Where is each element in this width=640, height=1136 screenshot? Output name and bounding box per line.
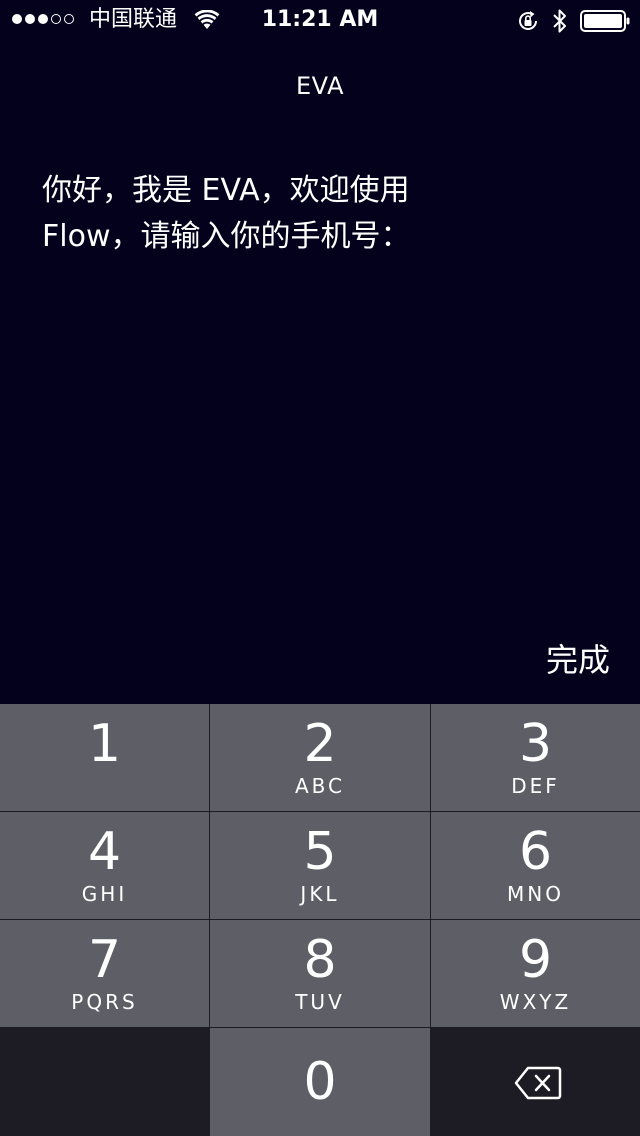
status-time: 11:21 AM bbox=[261, 7, 379, 32]
numeric-keypad: 1 2 ABC 3 DEF 4 GHI 5 JKL 6 MNO 7 PQRS 8 bbox=[0, 704, 640, 1136]
key-8[interactable]: 8 TUV bbox=[210, 920, 430, 1027]
key-letters: GHI bbox=[81, 882, 128, 906]
key-letters: TUV bbox=[295, 990, 345, 1014]
key-digit: 0 bbox=[303, 1052, 337, 1112]
key-letters: DEF bbox=[511, 774, 560, 798]
key-7[interactable]: 7 PQRS bbox=[0, 920, 209, 1027]
key-letters: PQRS bbox=[71, 990, 138, 1014]
key-digit: 1 bbox=[87, 714, 122, 774]
screen: 中国联通 11:21 AM EVA 你好，我是 EVA，欢迎使用 Flow，请输… bbox=[0, 0, 640, 1136]
key-digit: 2 bbox=[303, 714, 337, 774]
key-2[interactable]: 2 ABC bbox=[210, 704, 430, 811]
key-letters: WXYZ bbox=[499, 990, 572, 1014]
key-letters: JKL bbox=[300, 882, 340, 906]
rotation-lock-icon bbox=[519, 11, 537, 30]
key-digit: 7 bbox=[87, 930, 122, 990]
key-letters: ABC bbox=[294, 774, 345, 798]
key-digit: 3 bbox=[518, 714, 553, 774]
prompt-message: 你好，我是 EVA，欢迎使用 Flow，请输入你的手机号： bbox=[42, 173, 411, 254]
key-6[interactable]: 6 MNO bbox=[431, 812, 640, 919]
nav-title: EVA bbox=[296, 72, 344, 100]
key-digit: 9 bbox=[518, 930, 553, 990]
status-bar: 中国联通 11:21 AM bbox=[0, 0, 640, 40]
key-1[interactable]: 1 bbox=[0, 704, 209, 811]
key-5[interactable]: 5 JKL bbox=[210, 812, 430, 919]
key-letters: MNO bbox=[507, 882, 564, 906]
delete-key[interactable] bbox=[431, 1028, 640, 1136]
key-3[interactable]: 3 DEF bbox=[431, 704, 640, 811]
done-button[interactable]: 完成 bbox=[546, 638, 610, 682]
key-digit: 5 bbox=[303, 822, 337, 882]
key-digit: 4 bbox=[87, 822, 122, 882]
key-digit: 8 bbox=[303, 930, 337, 990]
key-0[interactable]: 0 bbox=[210, 1028, 430, 1136]
key-4[interactable]: 4 GHI bbox=[0, 812, 209, 919]
battery-icon bbox=[580, 10, 630, 32]
key-digit: 6 bbox=[518, 822, 553, 882]
key-9[interactable]: 9 WXYZ bbox=[431, 920, 640, 1027]
backspace-icon bbox=[514, 1066, 562, 1100]
key-blank bbox=[0, 1028, 209, 1136]
bluetooth-icon bbox=[553, 9, 566, 33]
